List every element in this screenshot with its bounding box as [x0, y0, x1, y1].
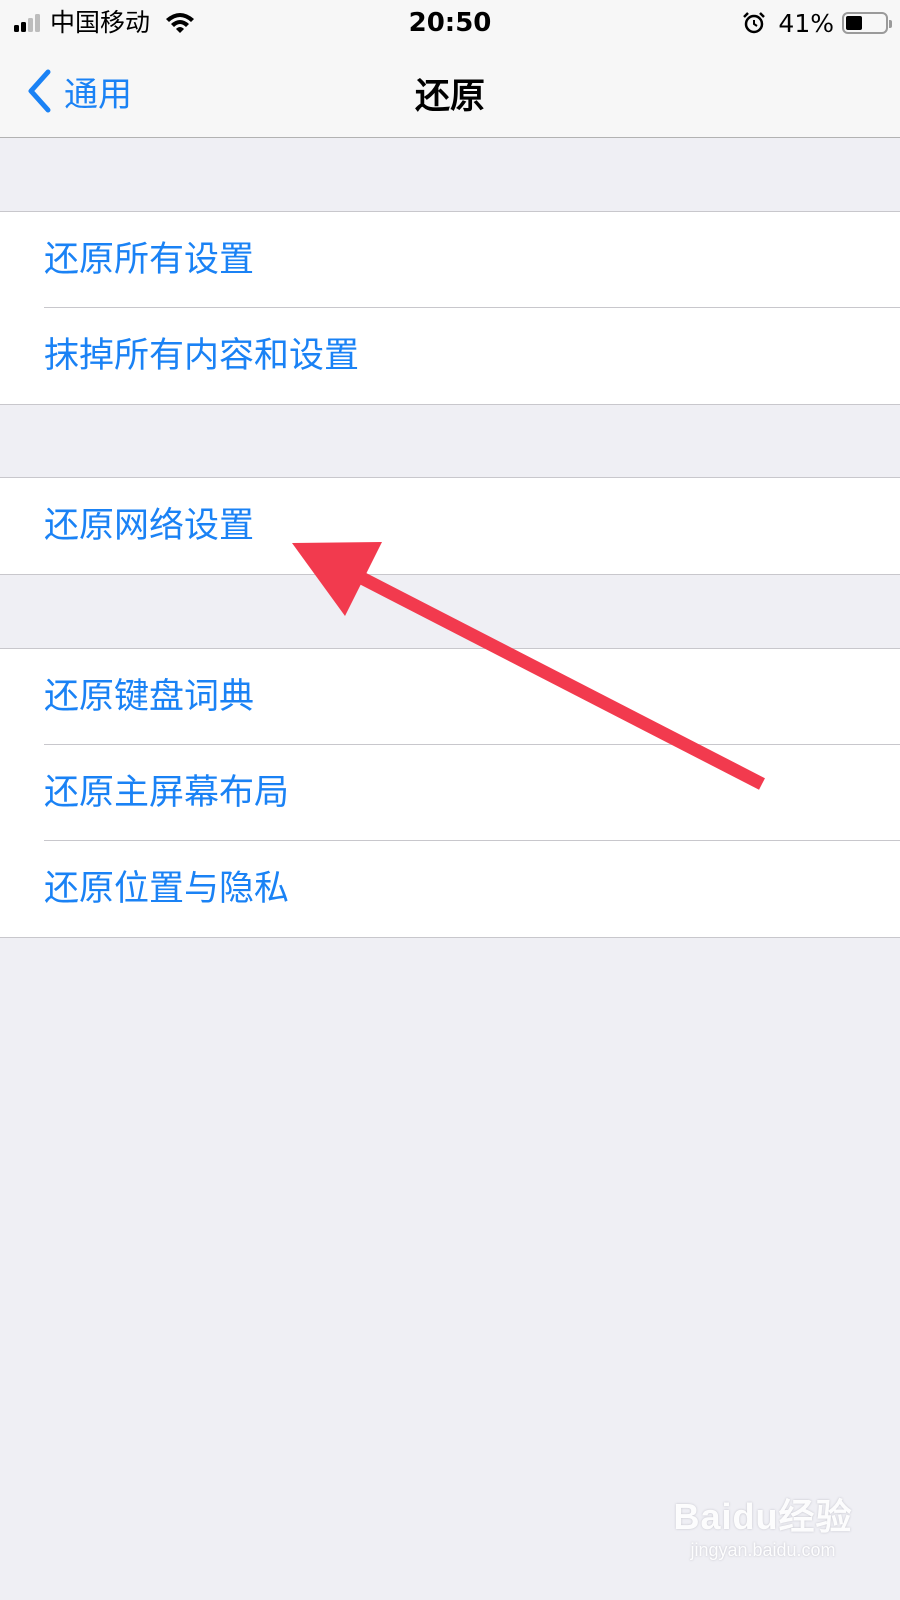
- reset-location-privacy-label: 还原位置与隐私: [44, 869, 290, 909]
- baidu-watermark: Baidu经验 jingyan.baidu.com: [668, 1488, 858, 1578]
- reset-all-settings-label: 还原所有设置: [44, 240, 255, 280]
- status-right: 41%: [742, 8, 892, 38]
- alarm-icon: [743, 12, 766, 34]
- status-bar: 中国移动 20:50 41%: [0, 0, 900, 44]
- battery-level-fill: [846, 16, 862, 30]
- reset-home-screen-layout-label: 还原主屏幕布局: [44, 773, 290, 813]
- reset-keyboard-dictionary-row[interactable]: 还原键盘词典: [0, 649, 900, 745]
- navigation-bar: 通用 还原: [0, 44, 900, 138]
- watermark-logo: Baidu经验: [673, 1496, 853, 1537]
- battery-percentage: 41%: [778, 8, 834, 38]
- battery-icon: [842, 12, 892, 34]
- page-title: 还原: [414, 77, 485, 117]
- watermark-url: jingyan.baidu.com: [690, 1540, 836, 1560]
- settings-group-1: 还原所有设置 抹掉所有内容和设置: [0, 211, 900, 405]
- reset-all-settings-row[interactable]: 还原所有设置: [0, 212, 900, 308]
- reset-network-settings-label: 还原网络设置: [44, 506, 255, 546]
- reset-network-settings-row[interactable]: 还原网络设置: [0, 478, 900, 574]
- erase-all-content-row[interactable]: 抹掉所有内容和设置: [0, 308, 900, 404]
- erase-all-content-label: 抹掉所有内容和设置: [44, 336, 360, 376]
- settings-group-3: 还原键盘词典 还原主屏幕布局 还原位置与隐私: [0, 648, 900, 938]
- reset-location-privacy-row[interactable]: 还原位置与隐私: [0, 841, 900, 937]
- settings-group-2: 还原网络设置: [0, 477, 900, 575]
- reset-keyboard-dictionary-label: 还原键盘词典: [44, 677, 255, 717]
- reset-home-screen-layout-row[interactable]: 还原主屏幕布局: [0, 745, 900, 841]
